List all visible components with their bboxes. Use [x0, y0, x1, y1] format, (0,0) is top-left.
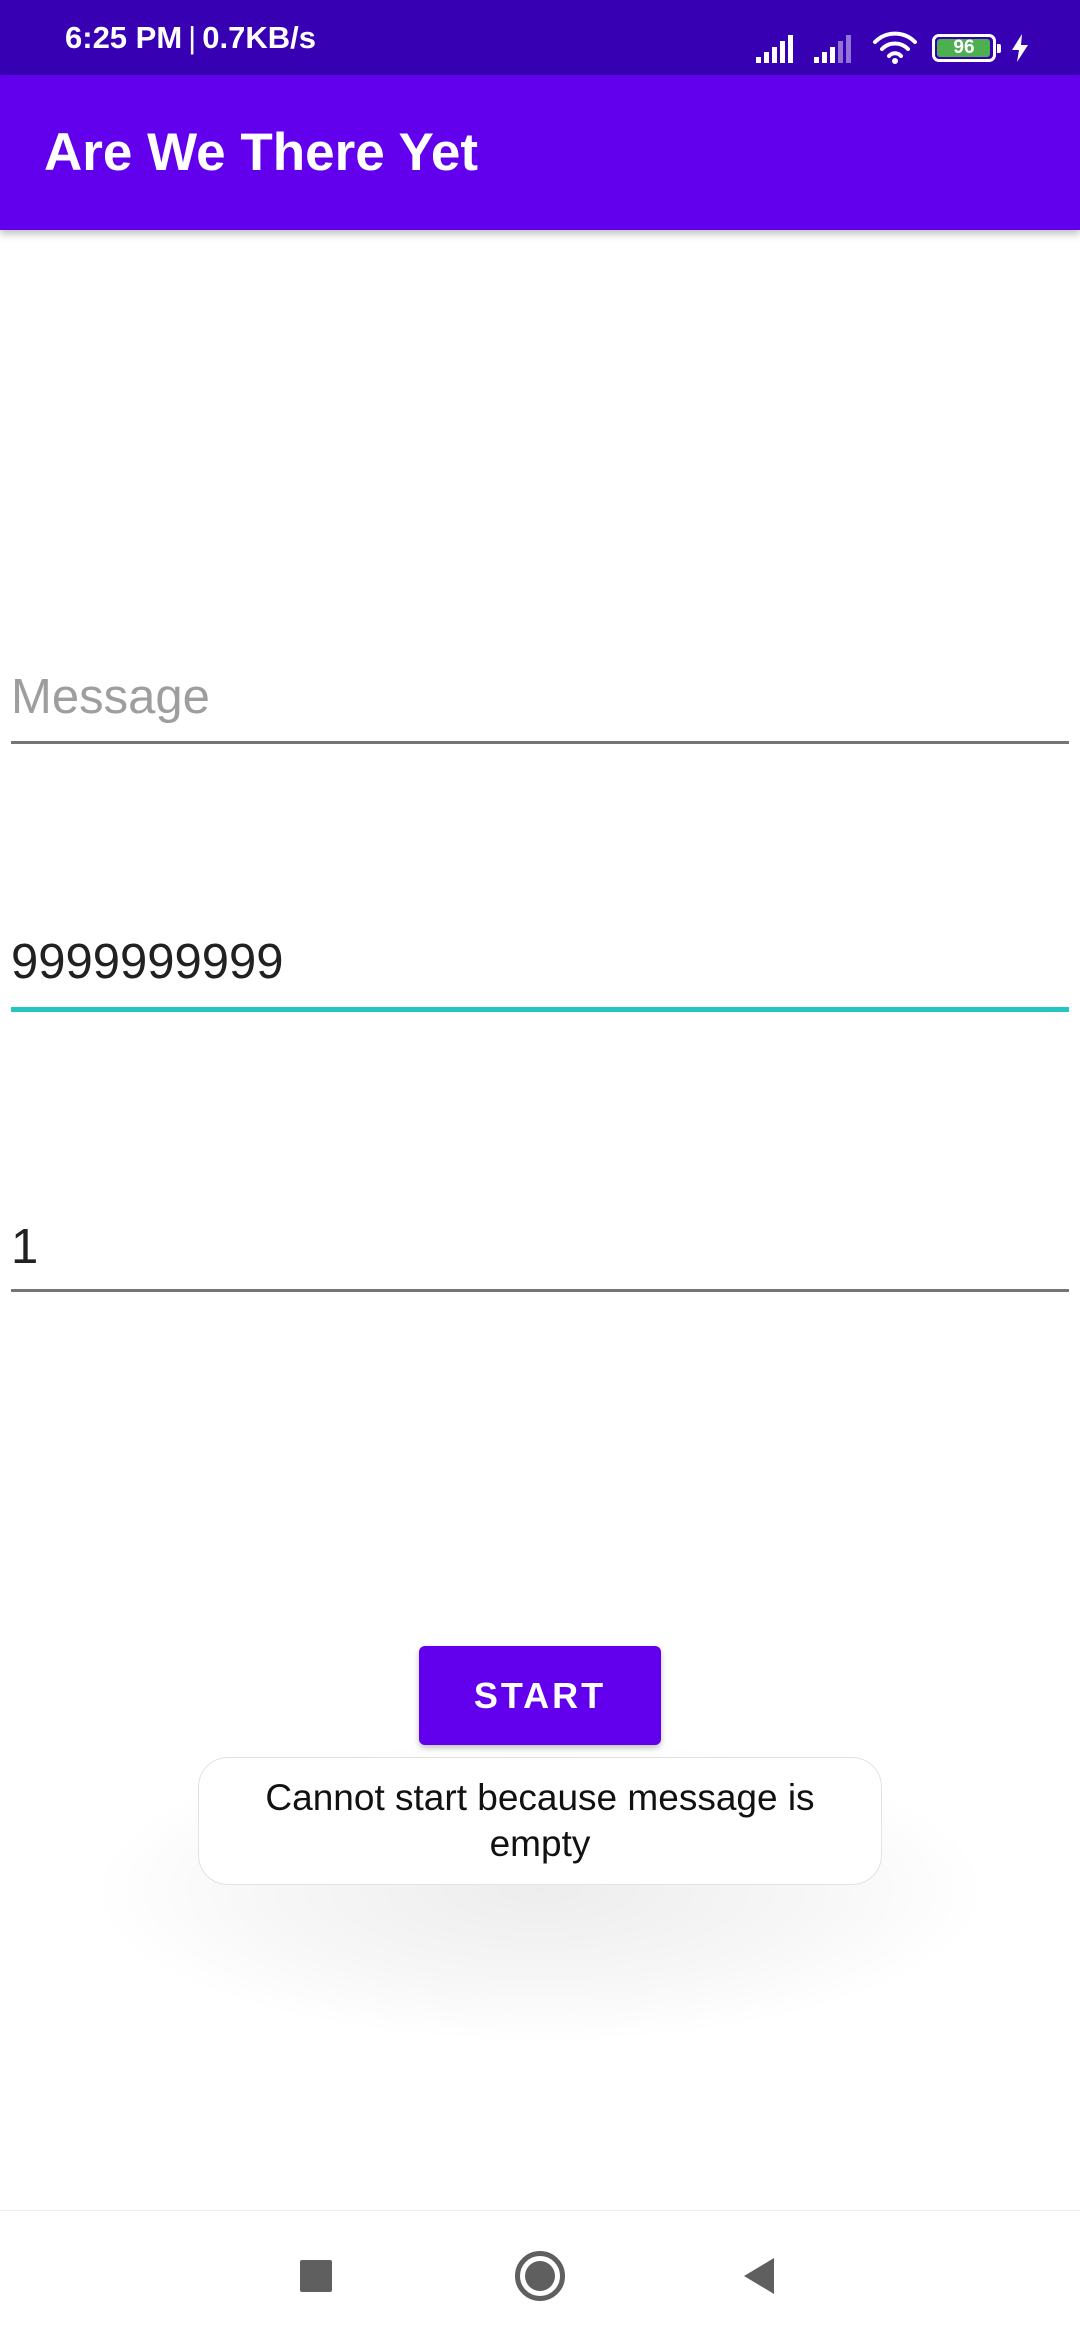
navigation-bar — [0, 2210, 1080, 2341]
recents-icon — [300, 2260, 332, 2292]
message-input[interactable] — [11, 657, 1069, 737]
status-separator: | — [188, 19, 197, 55]
phone-underline — [11, 1007, 1069, 1012]
status-network-speed: 0.7KB/s — [202, 19, 316, 55]
recents-button[interactable] — [256, 2211, 376, 2341]
home-icon — [515, 2251, 565, 2301]
home-icon-dot — [525, 2261, 555, 2291]
start-button[interactable]: START — [419, 1646, 661, 1745]
back-button[interactable] — [700, 2211, 820, 2341]
phone-field[interactable] — [11, 922, 1069, 1012]
signal-icon — [814, 35, 851, 63]
wifi-icon — [873, 31, 917, 64]
charging-icon — [1012, 34, 1028, 62]
message-field[interactable] — [11, 657, 1069, 744]
status-left: 6:25 PM | 0.7KB/s — [65, 0, 316, 75]
home-button[interactable] — [480, 2211, 600, 2341]
toast-text: Cannot start because message is empty — [265, 1777, 815, 1864]
app-bar: Are We There Yet — [0, 75, 1080, 230]
message-underline — [11, 741, 1069, 744]
back-icon — [744, 2258, 774, 2294]
signal-icon — [756, 35, 793, 63]
battery-icon: 96 — [932, 34, 1001, 62]
app-title: Are We There Yet — [44, 123, 479, 182]
status-time: 6:25 PM — [65, 19, 183, 55]
status-bar: 6:25 PM | 0.7KB/s 96 — [0, 0, 1080, 75]
status-icons: 96 — [756, 24, 1030, 72]
interval-input[interactable] — [11, 1207, 1069, 1287]
interval-field[interactable] — [11, 1207, 1069, 1292]
battery-level-text: 96 — [953, 37, 975, 58]
phone-input[interactable] — [11, 922, 1069, 1002]
battery-tip — [997, 44, 1001, 53]
interval-underline — [11, 1289, 1069, 1292]
toast-message: Cannot start because message is empty — [198, 1757, 882, 1885]
